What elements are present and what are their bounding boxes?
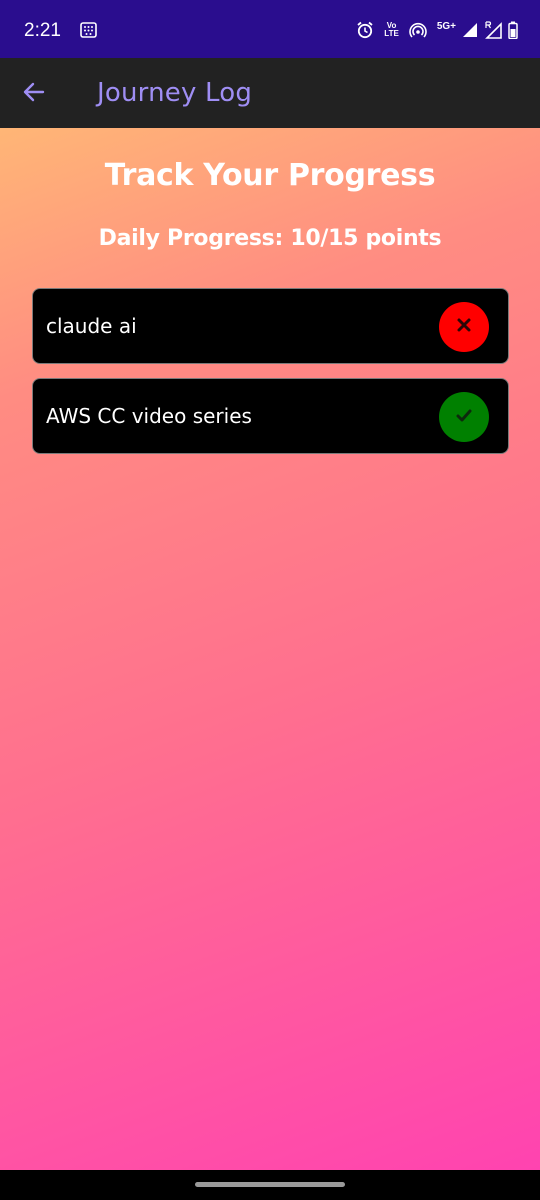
task-label: AWS CC video series (46, 404, 252, 428)
status-bar: 2:21 Vo LTE 5G+ (0, 0, 540, 58)
task-status-toggle-incomplete[interactable] (439, 302, 489, 352)
close-icon (456, 317, 472, 337)
task-card[interactable]: claude ai (32, 288, 509, 364)
network-type-label: 5G+ (436, 21, 456, 32)
status-time: 2:21 (24, 20, 61, 41)
page-title: Track Your Progress (104, 158, 436, 193)
task-list: claude ai AWS CC video series (32, 288, 509, 468)
volte-icon: Vo LTE (384, 22, 399, 38)
task-label: claude ai (46, 314, 137, 338)
daily-progress-text: Daily Progress: 10/15 points (98, 226, 442, 251)
volte-bottom-label: LTE (384, 29, 399, 38)
app-notification-icon (80, 22, 97, 38)
app-bar: Journey Log (0, 58, 540, 128)
main-content: Track Your Progress Daily Progress: 10/1… (0, 128, 540, 1170)
alarm-icon (356, 21, 374, 39)
task-card[interactable]: AWS CC video series (32, 378, 509, 454)
back-button[interactable] (14, 74, 54, 114)
battery-icon (508, 21, 518, 39)
back-arrow-icon (22, 80, 46, 108)
checkmark-icon (455, 407, 473, 427)
home-gesture-indicator[interactable] (195, 1182, 345, 1187)
signal-icon (462, 22, 478, 38)
status-icons: Vo LTE 5G+ (356, 18, 518, 42)
app-title: Journey Log (97, 78, 253, 108)
roaming-signal-icon (484, 21, 502, 39)
task-status-toggle-complete[interactable] (439, 392, 489, 442)
navigation-bar (0, 1170, 540, 1200)
hotspot-icon (409, 22, 427, 38)
